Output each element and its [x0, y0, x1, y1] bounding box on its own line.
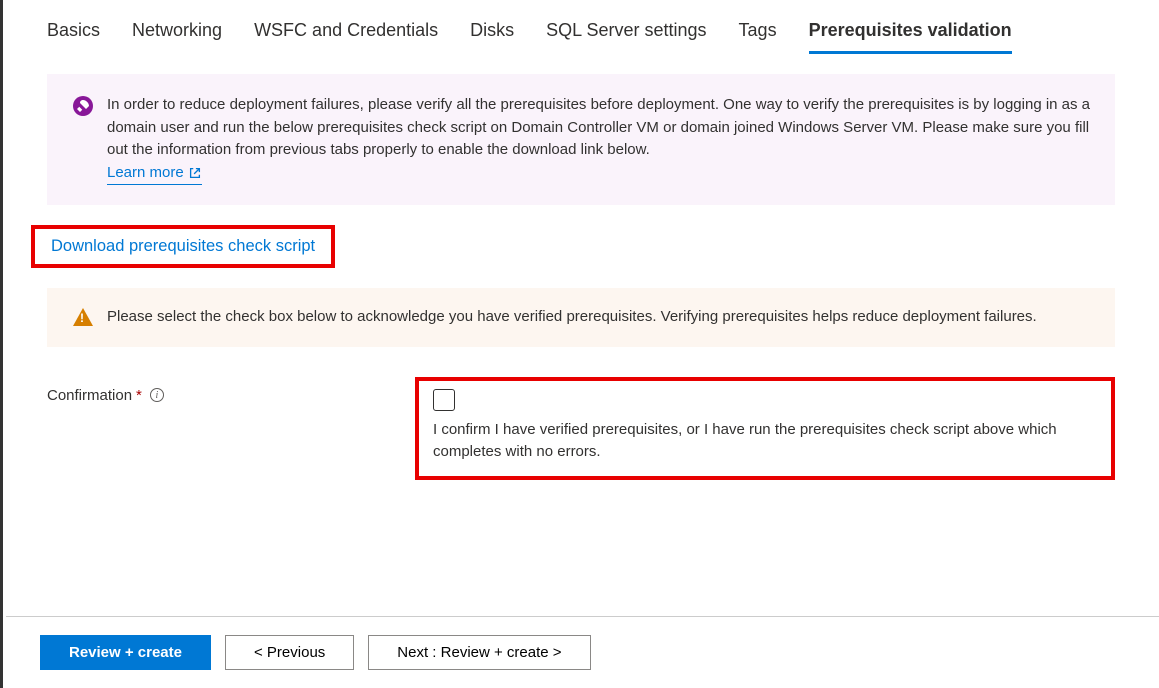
tab-disks[interactable]: Disks	[470, 20, 514, 54]
tab-wsfc-credentials[interactable]: WSFC and Credentials	[254, 20, 438, 54]
confirmation-label-text: Confirmation	[47, 387, 132, 404]
learn-more-label: Learn more	[107, 162, 184, 185]
confirmation-checkbox-text: I confirm I have verified prerequisites,…	[433, 419, 1097, 464]
confirmation-label: Confirmation * i	[47, 377, 415, 404]
tab-sql-server-settings[interactable]: SQL Server settings	[546, 20, 706, 54]
download-link-highlight: Download prerequisites check script	[31, 225, 335, 268]
previous-button[interactable]: < Previous	[225, 635, 354, 670]
warning-icon	[73, 308, 93, 326]
learn-more-link[interactable]: Learn more	[107, 162, 202, 186]
tab-bar: Basics Networking WSFC and Credentials D…	[3, 0, 1159, 54]
tab-networking[interactable]: Networking	[132, 20, 222, 54]
info-banner: In order to reduce deployment failures, …	[47, 74, 1115, 205]
review-create-button[interactable]: Review + create	[40, 635, 211, 670]
tab-tags[interactable]: Tags	[739, 20, 777, 54]
info-banner-text: In order to reduce deployment failures, …	[107, 94, 1095, 185]
tab-basics[interactable]: Basics	[47, 20, 100, 54]
warning-banner: Please select the check box below to ack…	[47, 288, 1115, 347]
next-button[interactable]: Next : Review + create >	[368, 635, 590, 670]
download-prerequisites-link[interactable]: Download prerequisites check script	[51, 237, 315, 255]
external-link-icon	[188, 166, 202, 180]
info-icon[interactable]: i	[150, 388, 164, 402]
confirmation-checkbox[interactable]	[433, 389, 455, 411]
checkbox-wrapper: I confirm I have verified prerequisites,…	[433, 389, 1097, 464]
confirmation-row: Confirmation * i I confirm I have verifi…	[47, 377, 1115, 480]
tab-prerequisites-validation[interactable]: Prerequisites validation	[809, 20, 1012, 54]
footer-bar: Review + create < Previous Next : Review…	[6, 616, 1159, 688]
confirmation-highlight: I confirm I have verified prerequisites,…	[415, 377, 1115, 480]
required-asterisk: *	[136, 387, 142, 404]
rocket-icon	[73, 96, 93, 116]
content-area: In order to reduce deployment failures, …	[3, 54, 1159, 480]
warning-banner-text: Please select the check box below to ack…	[107, 306, 1037, 329]
info-text-body: In order to reduce deployment failures, …	[107, 96, 1090, 158]
